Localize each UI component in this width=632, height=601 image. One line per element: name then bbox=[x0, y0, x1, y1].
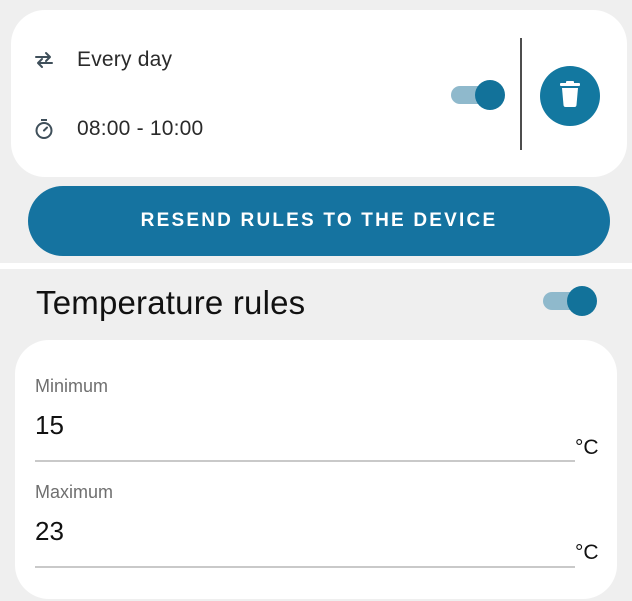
temperature-title: Temperature rules bbox=[36, 284, 306, 321]
time-text: 08:00 - 10:00 bbox=[77, 117, 204, 140]
toggle-thumb bbox=[475, 80, 505, 110]
rule-enabled-toggle[interactable] bbox=[451, 79, 505, 110]
minimum-label: Minimum bbox=[35, 376, 109, 396]
rule-card: Every day 08:00 - 10:00 bbox=[11, 10, 627, 177]
maximum-input[interactable]: 23 bbox=[35, 516, 64, 547]
repeat-row: Every day bbox=[33, 48, 172, 72]
toggle-thumb bbox=[567, 286, 597, 316]
repeat-icon bbox=[33, 49, 55, 71]
minimum-unit: °C bbox=[575, 436, 599, 459]
vertical-divider bbox=[520, 38, 522, 150]
minimum-input-underline bbox=[35, 460, 575, 462]
resend-rules-button[interactable]: RESEND RULES TO THE DEVICE bbox=[28, 186, 610, 256]
maximum-label: Maximum bbox=[35, 482, 114, 502]
maximum-unit: °C bbox=[575, 541, 599, 564]
delete-rule-button[interactable] bbox=[540, 66, 600, 126]
trash-icon bbox=[558, 80, 582, 112]
timer-icon bbox=[33, 118, 55, 140]
repeat-text: Every day bbox=[77, 48, 173, 71]
screen: Every day 08:00 - 10:00 RESEND RULES TO … bbox=[0, 0, 632, 601]
maximum-input-underline bbox=[35, 566, 575, 568]
time-row: 08:00 - 10:00 bbox=[33, 117, 203, 141]
minimum-input[interactable]: 15 bbox=[35, 410, 64, 441]
temperature-enabled-toggle[interactable] bbox=[543, 285, 597, 316]
